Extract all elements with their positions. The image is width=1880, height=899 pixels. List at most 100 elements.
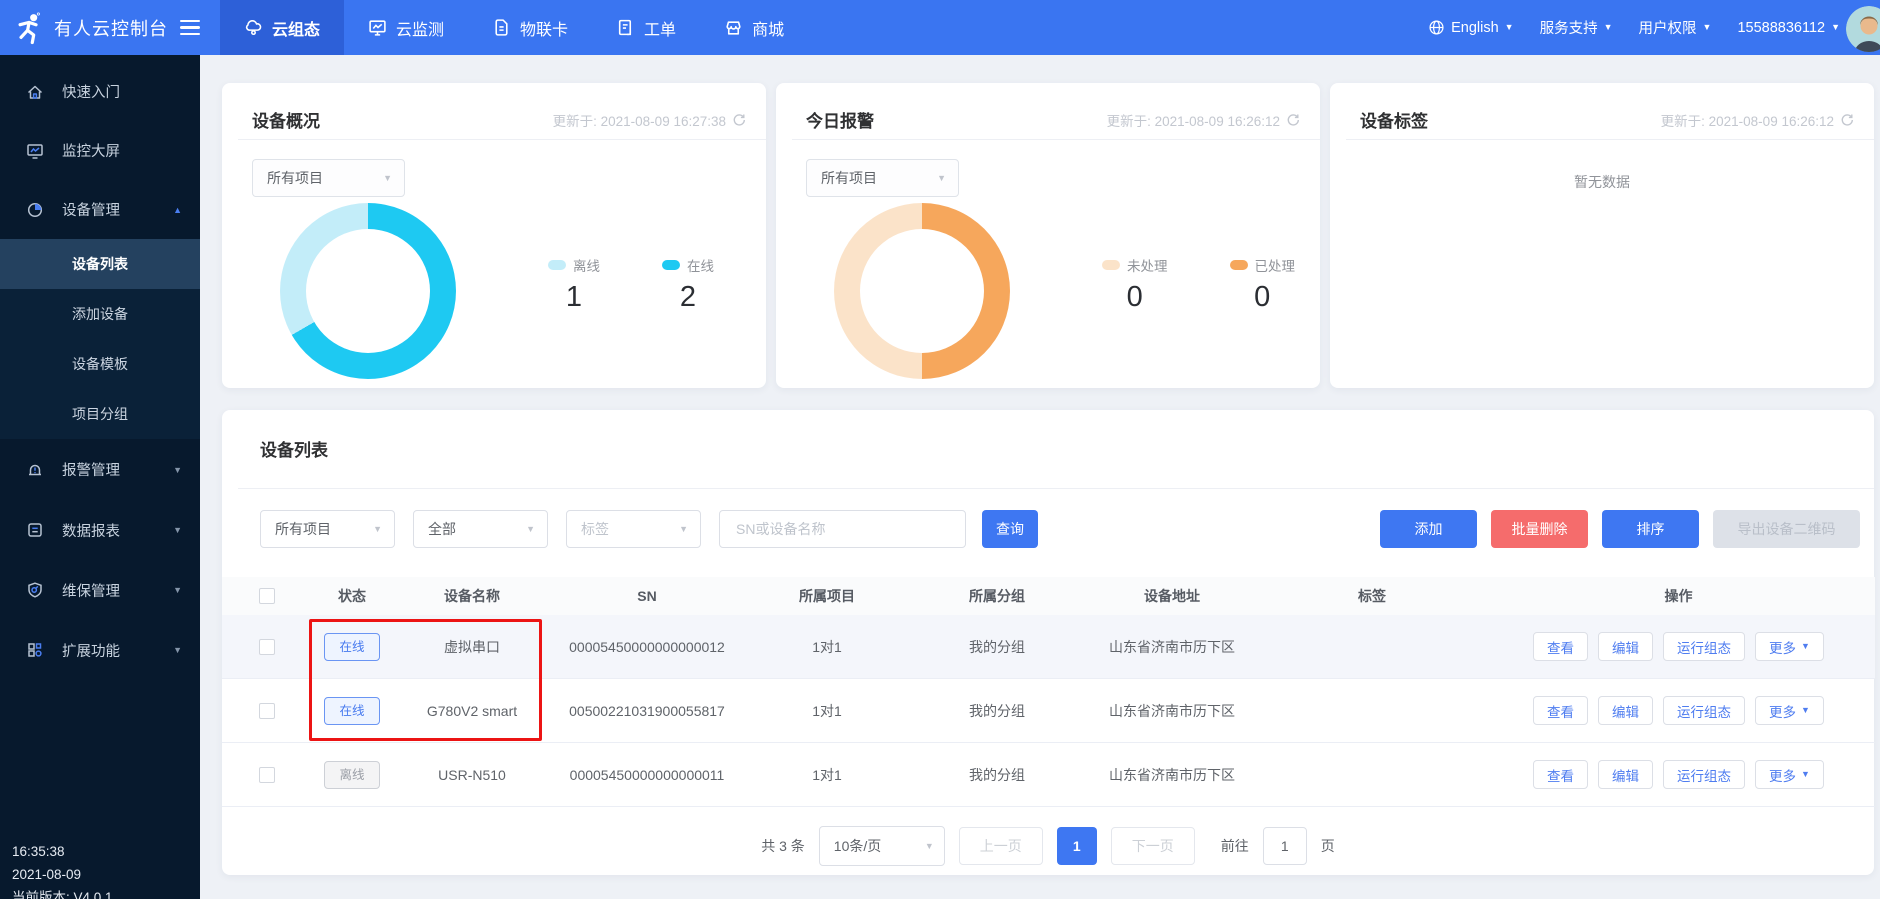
sidebar-item-quick-start[interactable]: 快速入门 [0, 62, 200, 121]
sidebar-item-maintenance[interactable]: 维保管理 ▼ [0, 560, 200, 620]
col-group: 所属分组 [912, 577, 1082, 615]
edit-button[interactable]: 编辑 [1598, 632, 1653, 661]
pagination: 共 3 条 10条/页 ▼ 上一页 1 下一页 前往 页 [222, 826, 1874, 866]
chevron-down-icon: ▼ [679, 525, 688, 534]
current-page[interactable]: 1 [1057, 827, 1097, 865]
nav-tab-monitoring[interactable]: 云监测 [344, 0, 468, 55]
project-filter-select[interactable]: 所有项目 ▼ [252, 159, 405, 197]
refresh-icon[interactable] [1840, 113, 1854, 127]
legend-swatch-offline [548, 260, 566, 270]
col-sn: SN [552, 577, 742, 615]
sidebar-item-monitor-screen[interactable]: 监控大屏 [0, 121, 200, 180]
sidebar: 快速入门 监控大屏 设备管理 ▲ 设备列表 添加设备 设备模板 [0, 55, 200, 899]
view-button[interactable]: 查看 [1533, 696, 1588, 725]
chevron-down-icon: ▼ [373, 525, 382, 534]
view-button[interactable]: 查看 [1533, 632, 1588, 661]
edit-button[interactable]: 编辑 [1598, 696, 1653, 725]
work-order-icon [616, 18, 635, 37]
run-scada-button[interactable]: 运行组态 [1663, 760, 1745, 789]
table-header-row: 状态 设备名称 SN 所属项目 所属分组 设备地址 标签 操作 [222, 577, 1875, 615]
refresh-icon[interactable] [732, 113, 746, 127]
row-checkbox[interactable] [259, 639, 275, 655]
app-title: 有人云控制台 [54, 15, 168, 41]
edit-button[interactable]: 编辑 [1598, 760, 1653, 789]
col-address: 设备地址 [1082, 577, 1262, 615]
run-scada-button[interactable]: 运行组态 [1663, 632, 1745, 661]
device-tag [1262, 679, 1482, 743]
card-title: 设备概况 [252, 107, 320, 132]
device-name: G780V2 smart [392, 679, 552, 743]
card-title: 设备标签 [1360, 107, 1428, 132]
more-button[interactable]: 更多 ▼ [1755, 760, 1824, 789]
sidebar-item-project-group[interactable]: 项目分组 [0, 389, 200, 439]
total-count: 共 3 条 [761, 836, 805, 856]
device-tag [1262, 615, 1482, 679]
alarm-status-donut-chart [834, 203, 1010, 379]
view-button[interactable]: 查看 [1533, 760, 1588, 789]
sidebar-item-device-management[interactable]: 设备管理 ▲ [0, 180, 200, 239]
sidebar-item-device-list[interactable]: 设备列表 [0, 239, 200, 289]
row-checkbox[interactable] [259, 703, 275, 719]
nav-tab-scada[interactable]: 云组态 [220, 0, 344, 55]
sidebar-collapse-icon[interactable] [180, 16, 200, 40]
select-all-checkbox[interactable] [259, 588, 275, 604]
batch-delete-button[interactable]: 批量删除 [1491, 510, 1588, 548]
col-operations: 操作 [1482, 577, 1875, 615]
project-filter-select[interactable]: 所有项目 ▼ [260, 510, 395, 548]
tag-filter-select[interactable]: 标签 ▼ [566, 510, 701, 548]
sort-button[interactable]: 排序 [1602, 510, 1699, 548]
main-content: 设备概况 更新于: 2021-08-09 16:27:38 所有项目 ▼ [200, 55, 1880, 899]
cloud-scada-icon [244, 18, 263, 37]
updated-at-text: 更新于: 2021-08-09 16:26:12 [1661, 110, 1834, 130]
brand: 有人云控制台 [0, 11, 202, 45]
nav-tab-mall[interactable]: 商城 [700, 0, 808, 55]
nav-tab-iot-card[interactable]: 物联卡 [468, 0, 592, 55]
query-button[interactable]: 查询 [982, 510, 1038, 548]
language-selector[interactable]: English ▼ [1428, 19, 1513, 36]
goto-page-input[interactable] [1263, 827, 1307, 865]
device-overview-card: 设备概况 更新于: 2021-08-09 16:27:38 所有项目 ▼ [222, 83, 766, 388]
page-size-select[interactable]: 10条/页 ▼ [819, 826, 945, 866]
report-icon [25, 521, 45, 539]
status-filter-select[interactable]: 全部 ▼ [413, 510, 548, 548]
goto-suffix-label: 页 [1321, 836, 1335, 856]
nav-tab-work-order[interactable]: 工单 [592, 0, 700, 55]
row-checkbox[interactable] [259, 767, 275, 783]
device-group: 我的分组 [912, 615, 1082, 679]
unhandled-count: 0 [1102, 281, 1168, 314]
run-scada-button[interactable]: 运行组态 [1663, 696, 1745, 725]
topbar-utilities: English ▼ 服务支持 ▼ 用户权限 ▼ 15588836112 ▼ [1428, 17, 1880, 38]
mall-storefront-icon [724, 18, 743, 37]
more-button[interactable]: 更多 ▼ [1755, 632, 1824, 661]
sidebar-item-add-device[interactable]: 添加设备 [0, 289, 200, 339]
user-avatar[interactable] [1846, 6, 1880, 52]
device-group: 我的分组 [912, 743, 1082, 807]
sn-search-input[interactable] [734, 520, 951, 538]
sidebar-item-extensions[interactable]: 扩展功能 ▼ [0, 620, 200, 680]
next-page-button[interactable]: 下一页 [1111, 827, 1195, 865]
device-sn: 00500221031900055817 [552, 679, 742, 743]
permissions-menu[interactable]: 用户权限 ▼ [1639, 17, 1712, 38]
legend-swatch-handled [1230, 260, 1248, 270]
sidebar-item-device-template[interactable]: 设备模板 [0, 339, 200, 389]
account-menu[interactable]: 15588836112 ▼ [1737, 20, 1840, 36]
more-button[interactable]: 更多 ▼ [1755, 696, 1824, 725]
device-list-panel: 设备列表 所有项目 ▼ 全部 ▼ 标签 ▼ 查询 添加 批量删除 排 [222, 410, 1874, 875]
device-address: 山东省济南市历下区 [1082, 743, 1262, 807]
refresh-icon[interactable] [1286, 113, 1300, 127]
status-badge: 在线 [324, 697, 380, 725]
project-filter-select[interactable]: 所有项目 ▼ [806, 159, 959, 197]
big-screen-icon [25, 142, 45, 160]
chevron-down-icon: ▼ [1505, 23, 1514, 32]
add-device-button[interactable]: 添加 [1380, 510, 1477, 548]
chevron-down-icon: ▼ [1801, 770, 1810, 779]
device-status-donut-chart [280, 203, 456, 379]
sidebar-item-alarm-management[interactable]: 报警管理 ▼ [0, 439, 200, 500]
device-name: 虚拟串口 [392, 615, 552, 679]
support-menu[interactable]: 服务支持 ▼ [1540, 17, 1613, 38]
prev-page-button[interactable]: 上一页 [959, 827, 1043, 865]
export-qr-button[interactable]: 导出设备二维码 [1713, 510, 1860, 548]
sim-card-icon [492, 18, 511, 37]
shield-wrench-icon [25, 581, 45, 599]
sidebar-item-data-report[interactable]: 数据报表 ▼ [0, 500, 200, 560]
